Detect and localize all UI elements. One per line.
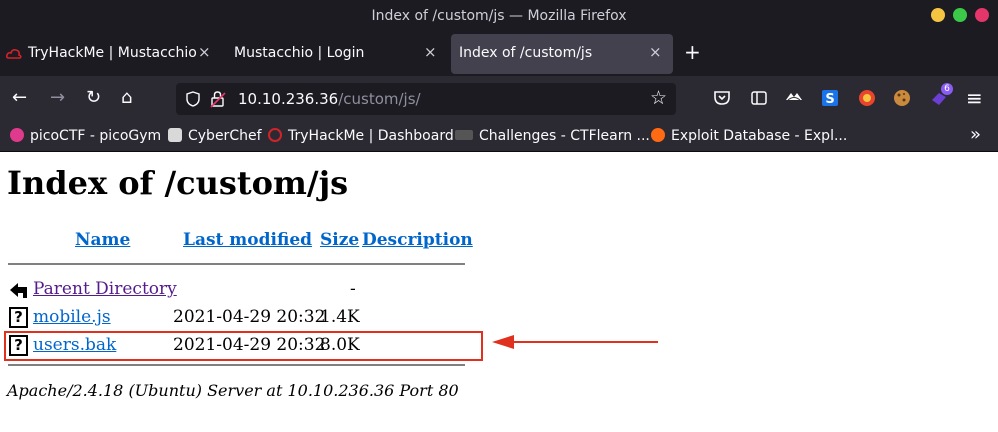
column-header-name[interactable]: Name xyxy=(75,230,130,250)
tab-label: Mustacchio | Login xyxy=(234,45,365,61)
column-header-last-modified[interactable]: Last modified xyxy=(183,230,312,250)
url-path: /custom/js/ xyxy=(338,90,421,108)
shield-icon[interactable] xyxy=(186,91,200,107)
annotation-arrow-icon xyxy=(492,335,658,349)
picoctf-icon xyxy=(10,128,24,142)
tab-mustacchio-login[interactable]: Mustacchio | Login × xyxy=(232,34,442,74)
tab-close-button[interactable]: × xyxy=(649,43,662,61)
bookmarks-overflow-button[interactable]: » xyxy=(970,124,981,145)
tab-strip: TryHackMe | Mustacchio × Mustacchio | Lo… xyxy=(0,34,998,76)
tab-tryhackme-mustacchio[interactable]: TryHackMe | Mustacchio × xyxy=(0,34,222,74)
window-titlebar: Index of /custom/js — Mozilla Firefox xyxy=(0,0,998,34)
exploit-db-icon xyxy=(651,128,665,142)
insecure-lock-icon[interactable] xyxy=(210,90,226,108)
minimize-button[interactable] xyxy=(931,8,945,22)
bookmark-label: TryHackMe | Dashboard xyxy=(288,128,454,144)
bookmark-cyberchef[interactable]: CyberChef xyxy=(168,128,262,144)
size-cell: 1.4K xyxy=(320,307,360,327)
new-tab-button[interactable]: + xyxy=(684,40,701,64)
url-text[interactable]: 10.10.236.36/custom/js/ xyxy=(238,90,421,108)
table-row: ? mobile.js 2021-04-29 20:32 1.4K xyxy=(0,306,500,332)
reload-icon[interactable]: ↻ xyxy=(86,88,101,108)
parent-directory-link[interactable]: Parent Directory xyxy=(33,279,177,299)
window-title: Index of /custom/js — Mozilla Firefox xyxy=(371,8,627,24)
tryhackme-icon xyxy=(268,128,282,142)
bookmark-label: CyberChef xyxy=(188,128,262,144)
bookmark-exploit-db[interactable]: Exploit Database - Expl... xyxy=(651,128,847,144)
cyberchef-icon xyxy=(168,128,182,142)
extension-hackbar-icon[interactable] xyxy=(857,88,877,108)
ctflearn-icon xyxy=(455,130,473,140)
bookmarks-toolbar: picoCTF - picoGym CyberChef TryHackMe | … xyxy=(0,122,998,152)
tab-index-custom-js[interactable]: Index of /custom/js × xyxy=(451,34,673,74)
back-arrow-icon xyxy=(10,283,27,298)
menu-icon[interactable]: ≡ xyxy=(966,88,983,108)
divider xyxy=(8,263,465,265)
extension-s-icon[interactable]: S xyxy=(820,88,840,108)
unknown-file-icon: ? xyxy=(9,307,28,328)
file-link-mobile-js[interactable]: mobile.js xyxy=(33,307,111,327)
svg-text:S: S xyxy=(825,92,834,107)
tab-close-button[interactable]: × xyxy=(424,43,437,61)
column-header-size[interactable]: Size xyxy=(320,230,359,250)
reader-view-icon[interactable] xyxy=(749,88,769,108)
page-content: Index of /custom/js Name Last modified S… xyxy=(0,153,998,432)
extension-wappalyzer-icon[interactable] xyxy=(784,88,804,108)
bookmark-label: Challenges - CTFlearn ... xyxy=(479,128,650,144)
column-header-description[interactable]: Description xyxy=(362,230,473,250)
tab-label: TryHackMe | Mustacchio xyxy=(28,45,197,61)
forward-icon[interactable]: → xyxy=(50,88,65,108)
size-cell: - xyxy=(350,279,356,299)
home-icon[interactable]: ⌂ xyxy=(121,88,132,108)
bookmark-star-icon[interactable]: ☆ xyxy=(650,87,667,109)
extension-badge: 6 xyxy=(941,83,953,95)
url-host: 10.10.236.36 xyxy=(238,90,339,108)
table-row: Parent Directory - xyxy=(0,278,500,304)
bookmark-label: picoCTF - picoGym xyxy=(30,128,162,144)
back-icon[interactable]: ← xyxy=(12,88,27,108)
close-window-button[interactable] xyxy=(975,8,989,22)
maximize-button[interactable] xyxy=(953,8,967,22)
bookmark-picoctf[interactable]: picoCTF - picoGym xyxy=(10,128,161,144)
modified-cell: 2021-04-29 20:32 xyxy=(173,307,326,327)
url-bar[interactable]: 10.10.236.36/custom/js/ ☆ xyxy=(176,83,676,115)
tryhackme-icon xyxy=(6,49,22,59)
divider xyxy=(8,364,465,366)
page-title: Index of /custom/js xyxy=(7,164,349,202)
tab-close-button[interactable]: × xyxy=(198,43,211,61)
bookmark-ctflearn[interactable]: Challenges - CTFlearn ... xyxy=(455,128,650,144)
navigation-toolbar: ← → ↻ ⌂ 10.10.236.36/custom/js/ ☆ S 6 ≡ xyxy=(0,76,998,122)
cookie-editor-icon[interactable] xyxy=(892,88,912,108)
bookmark-label: Exploit Database - Expl... xyxy=(671,128,848,144)
tab-label: Index of /custom/js xyxy=(459,45,593,61)
server-signature: Apache/2.4.18 (Ubuntu) Server at 10.10.2… xyxy=(7,381,459,400)
bookmark-tryhackme-dashboard[interactable]: TryHackMe | Dashboard xyxy=(268,128,454,144)
highlight-box xyxy=(4,331,483,361)
pocket-icon[interactable] xyxy=(712,88,732,108)
